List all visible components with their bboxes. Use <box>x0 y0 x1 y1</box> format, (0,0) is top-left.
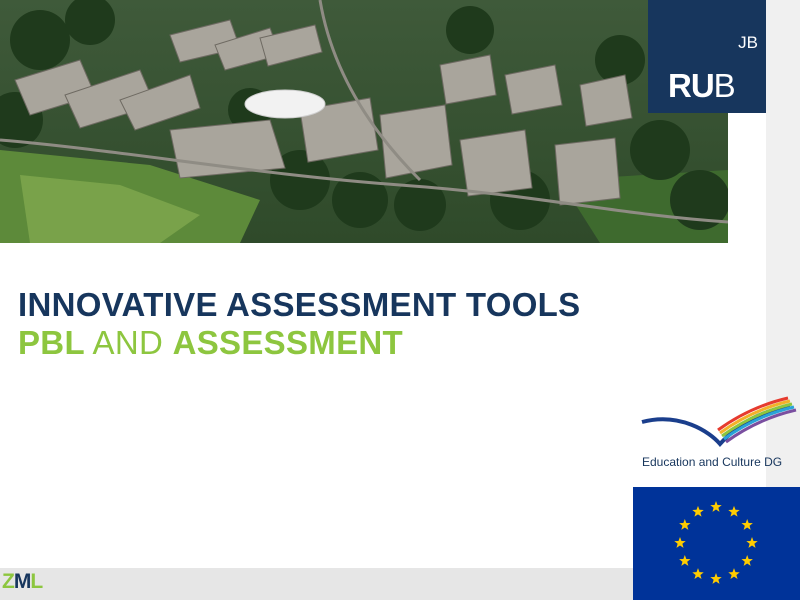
eu-star-icon <box>674 537 686 548</box>
eu-star-icon <box>741 519 753 530</box>
zml-logo-z: Z <box>2 570 15 593</box>
campus-aerial-photo <box>0 0 728 243</box>
swoosh-icon <box>641 396 797 448</box>
eu-star-icon <box>741 555 753 566</box>
eu-star-icon <box>746 537 758 548</box>
title-pbl: PBL <box>18 324 85 361</box>
rub-logo-main-suffix: B <box>713 67 736 104</box>
zml-logo-m: M <box>13 570 31 593</box>
eu-star-icon <box>710 573 722 584</box>
education-culture-caption: Education and Culture DG <box>642 455 783 469</box>
rub-logo-main-text: RUB <box>668 67 736 105</box>
rub-logo: JB RUB <box>648 0 766 113</box>
zml-logo: ZML <box>2 570 43 594</box>
slide-title-line2: PBL AND ASSESSMENT <box>18 324 580 362</box>
zml-logo-l: L <box>30 570 43 593</box>
title-assessment: ASSESSMENT <box>172 324 403 361</box>
eu-star-icon <box>679 519 691 530</box>
title-and: AND <box>84 324 173 361</box>
eu-star-icon <box>692 505 704 517</box>
eu-star-icon <box>692 568 704 580</box>
footer-bar <box>0 568 633 600</box>
slide-title: INNOVATIVE ASSESSMENT TOOLS PBL AND ASSE… <box>18 286 580 362</box>
eu-star-icon <box>679 555 691 566</box>
eu-star-icon <box>728 568 740 580</box>
rub-logo-mini-text: JB <box>738 33 758 52</box>
eu-star-icon <box>710 501 722 512</box>
slide-title-line1: INNOVATIVE ASSESSMENT TOOLS <box>18 286 581 323</box>
eu-flag-icon <box>633 487 800 600</box>
eu-star-icon <box>728 505 740 517</box>
rub-logo-main-prefix: RU <box>668 67 715 104</box>
